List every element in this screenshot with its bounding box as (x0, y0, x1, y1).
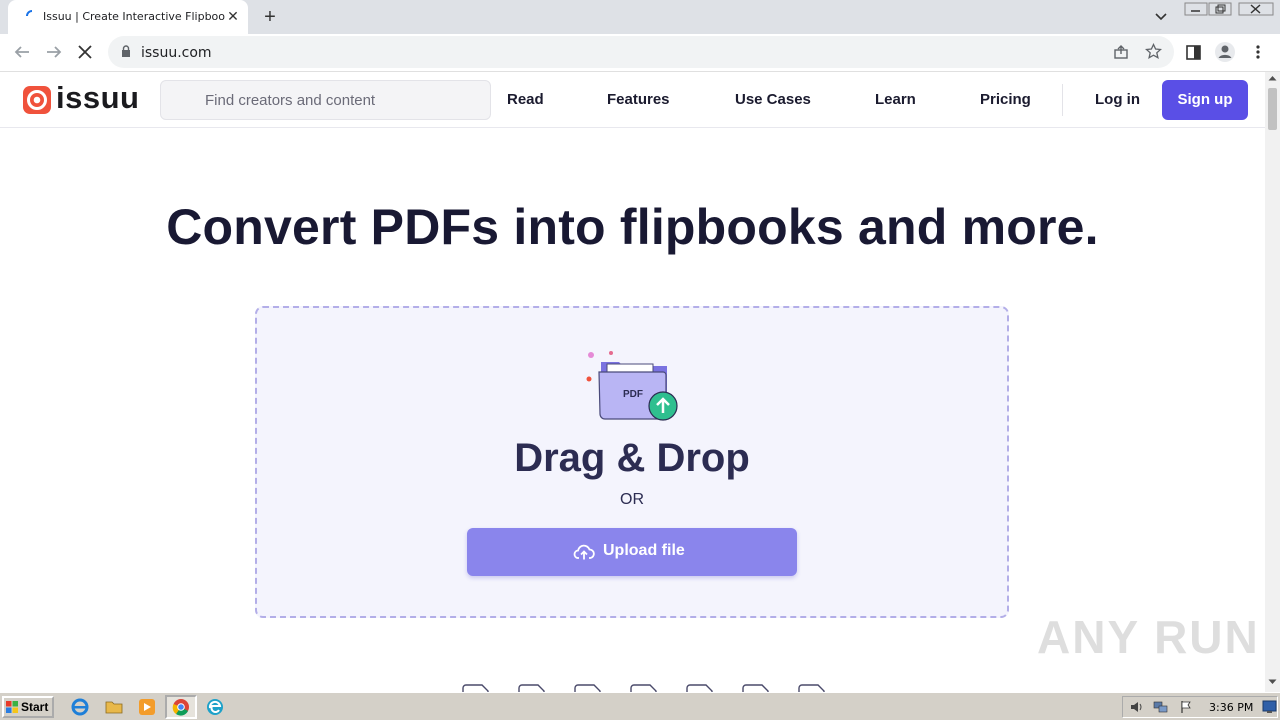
action-center-flag-icon[interactable] (1179, 700, 1193, 714)
taskbar-clock[interactable]: 3:36 PM (1209, 701, 1253, 714)
logo-wordmark[interactable]: issuu (56, 80, 139, 116)
chrome-taskbar-button[interactable] (165, 695, 197, 719)
file-format-icon (686, 684, 713, 692)
back-arrow-icon[interactable] (13, 44, 31, 60)
search-box[interactable] (160, 80, 491, 120)
file-format-icon (462, 684, 489, 692)
lock-icon (122, 45, 130, 57)
scroll-up-arrow-icon[interactable] (1268, 75, 1277, 81)
browser-toolbar: issuu.com (0, 34, 1280, 72)
edge-icon[interactable] (205, 697, 225, 717)
pdf-label: PDF (623, 389, 643, 400)
file-explorer-icon[interactable] (104, 697, 124, 717)
nav-read[interactable]: Read (507, 91, 544, 108)
browser-titlebar: Issuu | Create Interactive Flipbooks ✕ + (0, 0, 1280, 34)
tab-title: Issuu | Create Interactive Flipbooks (43, 10, 225, 23)
page-scrollbar[interactable] (1265, 72, 1280, 692)
url-text[interactable]: issuu.com (141, 45, 212, 61)
scroll-down-arrow-icon[interactable] (1268, 679, 1277, 685)
nav-pricing[interactable]: Pricing (980, 91, 1031, 108)
pdf-folder-upload-icon: PDF (586, 351, 678, 421)
minimize-button (1184, 2, 1208, 16)
bookmark-star-icon[interactable] (1145, 43, 1162, 60)
loading-spinner-icon (26, 10, 33, 17)
file-format-icon (742, 684, 769, 692)
start-button[interactable]: Start (2, 696, 54, 718)
media-player-icon[interactable] (137, 697, 157, 717)
tab-close-icon[interactable]: ✕ (225, 8, 241, 24)
nav-use-cases[interactable]: Use Cases (735, 91, 811, 108)
stop-loading-icon[interactable] (77, 44, 93, 60)
volume-icon[interactable] (1129, 700, 1143, 714)
site-header: issuu Read Features Use Cases Learn Pric… (0, 72, 1265, 128)
upload-dropzone[interactable]: PDF Drag & Drop OR Upload file (255, 306, 1009, 618)
drag-drop-heading: Drag & Drop (514, 436, 750, 480)
upload-file-label: Upload file (603, 542, 685, 559)
window-controls (1184, 2, 1274, 16)
upload-file-button[interactable]: Upload file (467, 528, 797, 576)
file-format-icon (574, 684, 601, 692)
login-link[interactable]: Log in (1095, 91, 1140, 108)
search-input[interactable] (161, 81, 490, 119)
scrollbar-thumb[interactable] (1268, 88, 1277, 130)
windows-taskbar: Start 3:36 PM (0, 692, 1280, 720)
start-label: Start (21, 700, 49, 714)
forward-arrow-icon[interactable] (45, 44, 63, 60)
share-icon[interactable] (1113, 44, 1129, 60)
chrome-icon (172, 699, 189, 716)
internet-explorer-icon[interactable] (70, 697, 90, 717)
nav-learn[interactable]: Learn (875, 91, 916, 108)
network-icon[interactable] (1153, 700, 1169, 714)
address-bar[interactable]: issuu.com (108, 36, 1174, 68)
system-tray: 3:36 PM (1122, 696, 1278, 718)
nav-divider (1062, 84, 1063, 116)
windows-logo-icon (6, 701, 18, 713)
issuu-logo-icon[interactable] (23, 86, 51, 114)
cloud-upload-icon (573, 544, 595, 560)
tab-search-chevron-icon[interactable] (1154, 11, 1168, 23)
hero-title: Convert PDFs into flipbooks and more. (166, 199, 1099, 255)
nav-features[interactable]: Features (607, 91, 670, 108)
file-format-icon (518, 684, 545, 692)
show-desktop-icon[interactable] (1262, 699, 1277, 714)
new-tab-button[interactable]: + (258, 6, 282, 28)
chrome-menu-icon[interactable] (1254, 44, 1262, 60)
file-format-icon (630, 684, 657, 692)
profile-avatar-icon[interactable] (1214, 41, 1236, 63)
file-format-icon (798, 684, 825, 692)
page-viewport: issuu Read Features Use Cases Learn Pric… (0, 72, 1265, 692)
anyrun-watermark: ANY RUN (1037, 611, 1260, 663)
browser-tab[interactable]: Issuu | Create Interactive Flipbooks ✕ (8, 0, 248, 34)
side-panel-icon[interactable] (1186, 45, 1201, 60)
or-separator: OR (620, 491, 644, 508)
signup-button[interactable]: Sign up (1162, 80, 1248, 120)
